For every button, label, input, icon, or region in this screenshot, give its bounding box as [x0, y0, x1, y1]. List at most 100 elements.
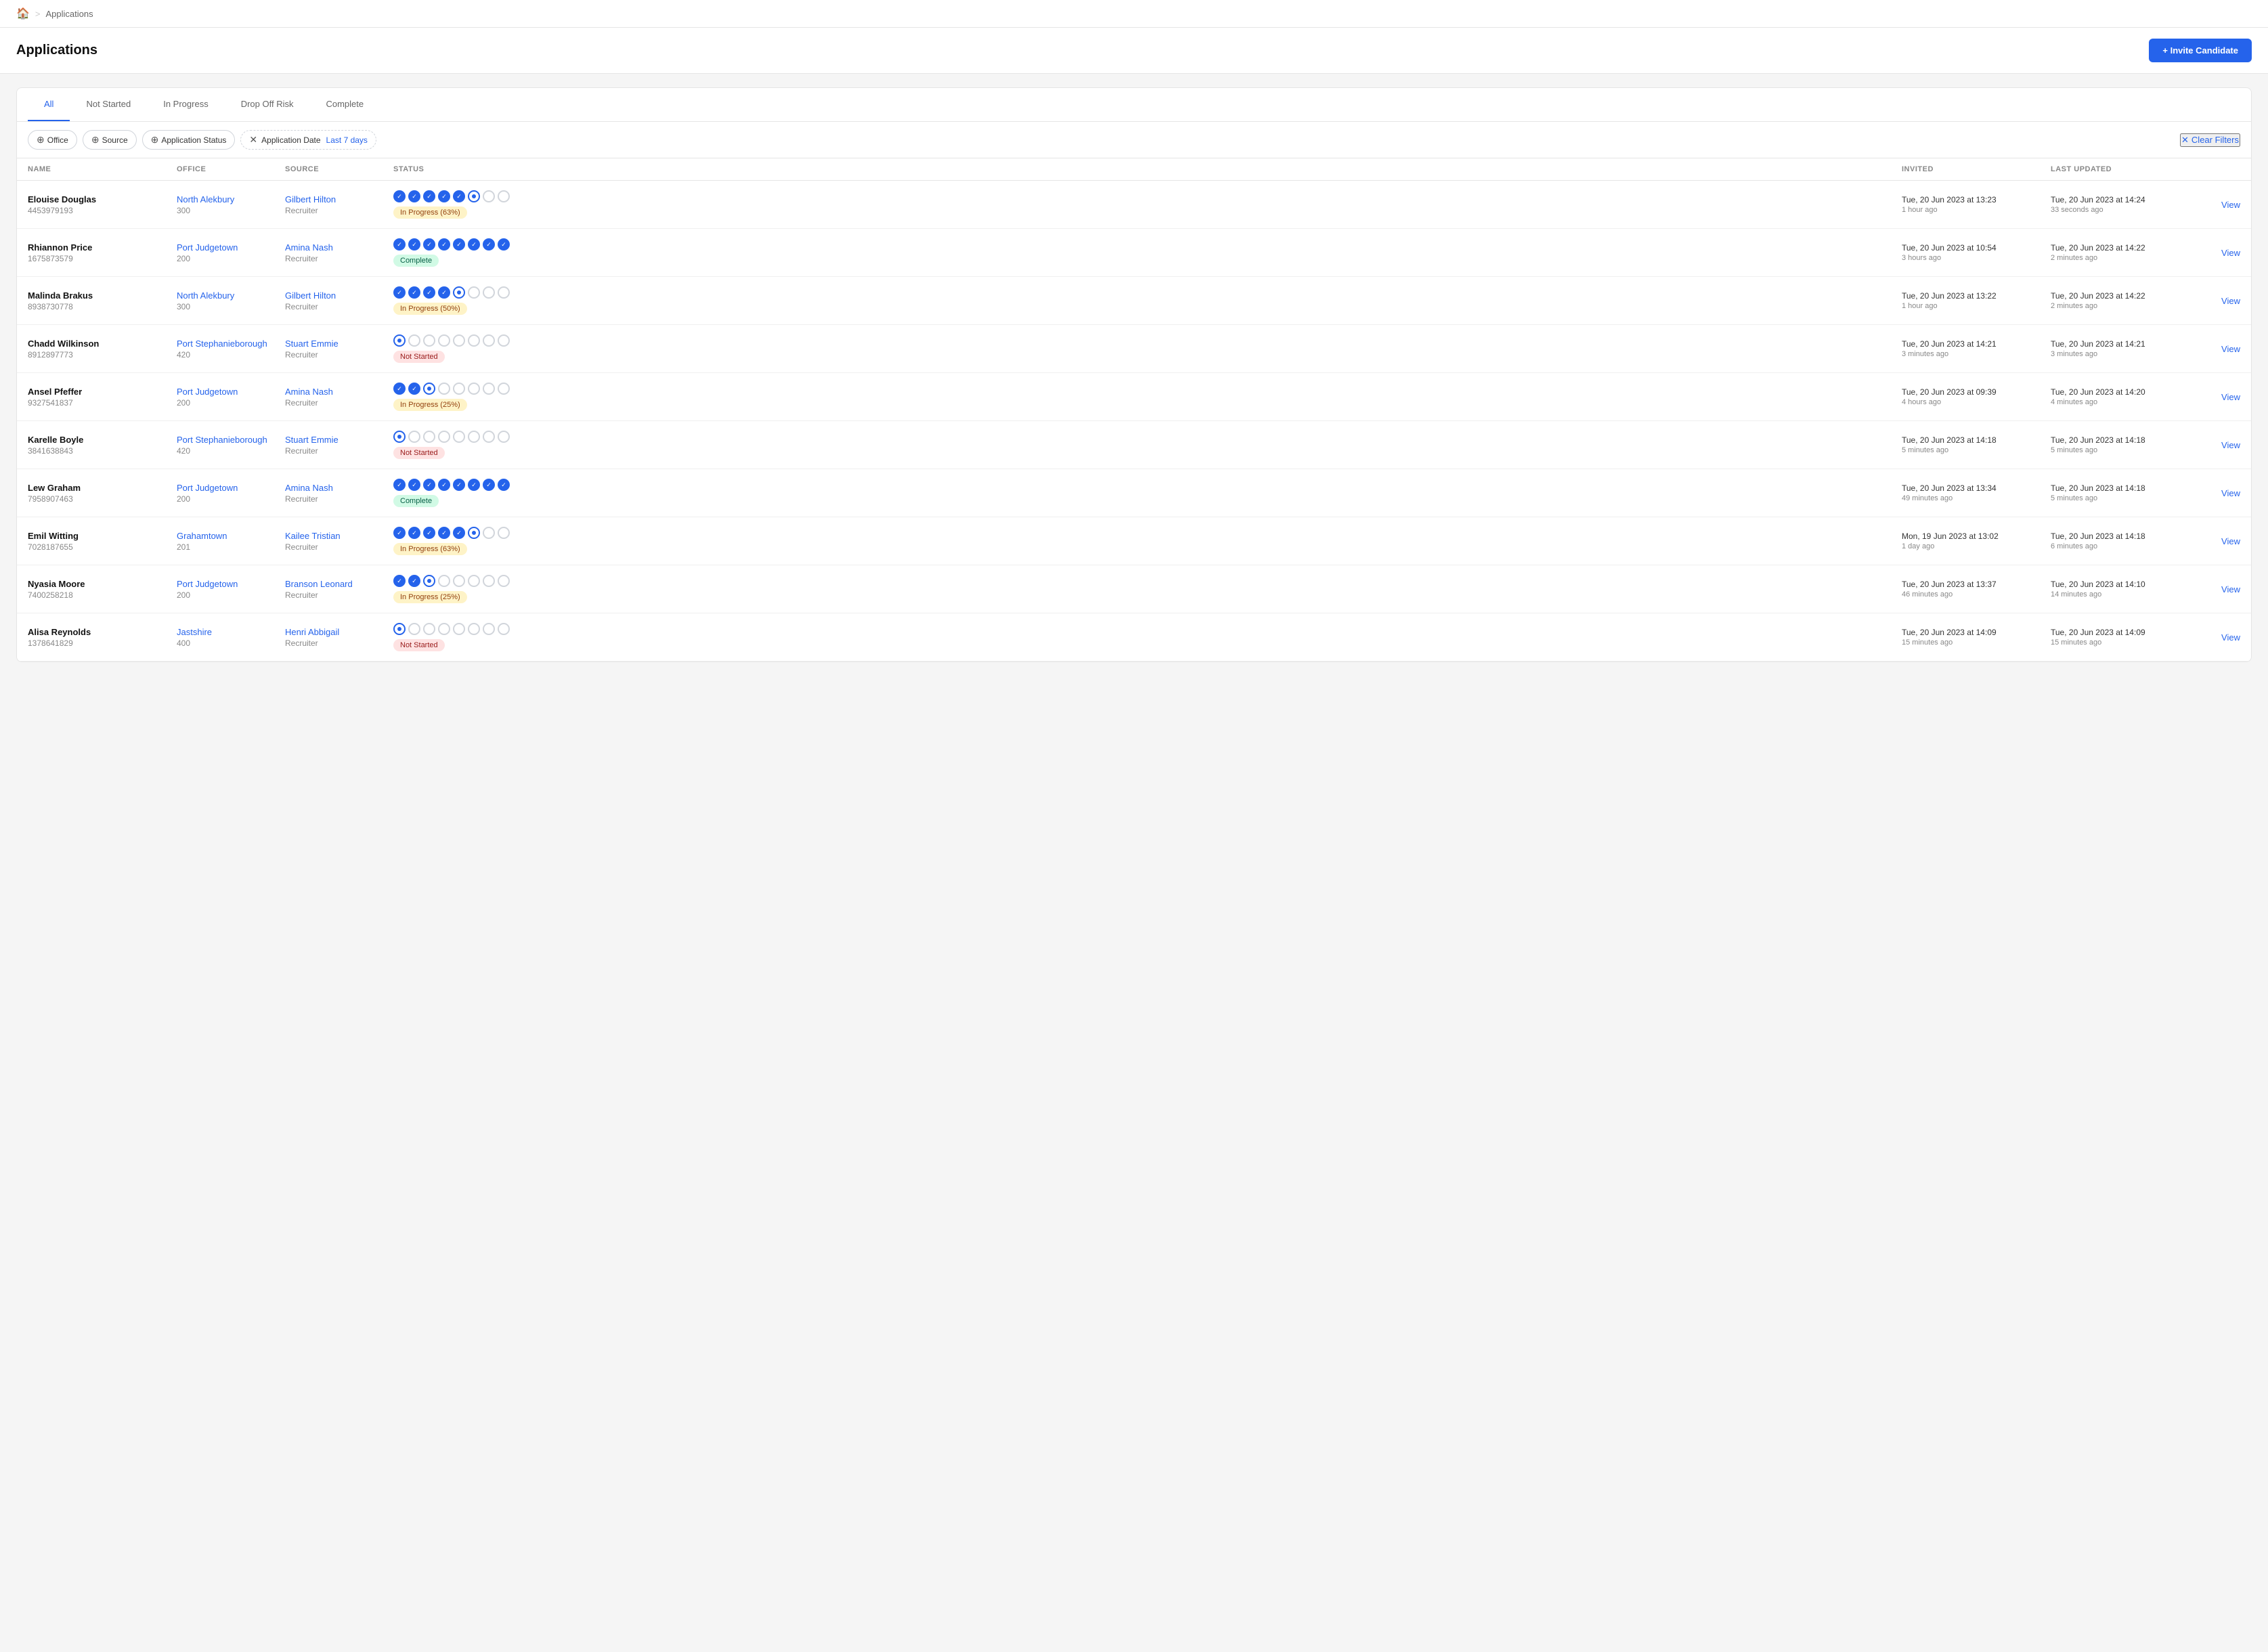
view-link[interactable]: View: [2200, 392, 2240, 402]
source-role: Recruiter: [285, 542, 393, 552]
source-role: Recruiter: [285, 350, 393, 360]
office-link[interactable]: Port Stephanieborough: [177, 339, 285, 349]
office-num: 400: [177, 638, 285, 648]
office-link[interactable]: Port Judgetown: [177, 483, 285, 493]
table-row: Alisa Reynolds 1378641829 Jastshire 400 …: [17, 613, 2251, 661]
view-link[interactable]: View: [2200, 488, 2240, 498]
status-badge: Complete: [393, 495, 439, 507]
updated-rel: 2 minutes ago: [2051, 302, 2200, 310]
status-circle: ✓: [408, 575, 420, 587]
cell-updated-4: Tue, 20 Jun 2023 at 14:20 4 minutes ago: [2051, 387, 2200, 406]
cell-updated-8: Tue, 20 Jun 2023 at 14:10 14 minutes ago: [2051, 580, 2200, 599]
status-circle: [438, 334, 450, 347]
view-link[interactable]: View: [2200, 200, 2240, 210]
source-link[interactable]: Gilbert Hilton: [285, 290, 393, 301]
source-filter-label: Source: [102, 135, 128, 145]
source-link[interactable]: Amina Nash: [285, 387, 393, 397]
office-link[interactable]: Grahamtown: [177, 531, 285, 541]
updated-date: Tue, 20 Jun 2023 at 14:09: [2051, 628, 2200, 637]
view-link[interactable]: View: [2200, 536, 2240, 546]
cell-invited-0: Tue, 20 Jun 2023 at 13:23 1 hour ago: [1902, 195, 2051, 214]
cell-name-7: Emil Witting 7028187655: [28, 531, 177, 552]
status-circle: [468, 383, 480, 395]
cell-office-2: North Alekbury 300: [177, 290, 285, 311]
source-link[interactable]: Stuart Emmie: [285, 339, 393, 349]
status-badge: In Progress (63%): [393, 206, 467, 219]
status-circle: ✓: [438, 190, 450, 202]
updated-rel: 5 minutes ago: [2051, 446, 2200, 454]
view-link[interactable]: View: [2200, 584, 2240, 594]
status-circle: ✓: [498, 238, 510, 251]
view-link[interactable]: View: [2200, 632, 2240, 643]
status-badge: In Progress (25%): [393, 591, 467, 603]
office-link[interactable]: North Alekbury: [177, 290, 285, 301]
cell-status-6: ✓✓✓✓✓✓✓✓Complete: [393, 479, 1902, 507]
office-filter[interactable]: ⊕ Office: [28, 130, 77, 150]
view-link[interactable]: View: [2200, 296, 2240, 306]
applicant-name: Alisa Reynolds: [28, 627, 177, 637]
clear-filters-button[interactable]: ✕ Clear Filters: [2180, 133, 2240, 147]
status-circle: [483, 286, 495, 299]
status-circle: [498, 623, 510, 635]
source-link[interactable]: Branson Leonard: [285, 579, 393, 589]
cell-status-3: Not Started: [393, 334, 1902, 363]
office-num: 420: [177, 446, 285, 456]
table-row: Elouise Douglas 4453979193 North Alekbur…: [17, 181, 2251, 229]
source-link[interactable]: Gilbert Hilton: [285, 194, 393, 204]
view-link[interactable]: View: [2200, 440, 2240, 450]
table-row: Ansel Pfeffer 9327541837 Port Judgetown …: [17, 373, 2251, 421]
updated-rel: 2 minutes ago: [2051, 254, 2200, 262]
office-link[interactable]: North Alekbury: [177, 194, 285, 204]
source-link[interactable]: Amina Nash: [285, 242, 393, 253]
view-link[interactable]: View: [2200, 344, 2240, 354]
invited-rel: 15 minutes ago: [1902, 638, 2051, 647]
cell-name-5: Karelle Boyle 3841638843: [28, 435, 177, 456]
applicant-phone: 7028187655: [28, 542, 177, 552]
home-icon[interactable]: 🏠: [16, 7, 30, 20]
source-link[interactable]: Henri Abbigail: [285, 627, 393, 637]
tab-in-progress[interactable]: In Progress: [147, 88, 224, 121]
status-circles: [393, 431, 510, 443]
table-row: Rhiannon Price 1675873579 Port Judgetown…: [17, 229, 2251, 277]
office-link[interactable]: Port Judgetown: [177, 579, 285, 589]
status-badge: Complete: [393, 255, 439, 267]
status-circle: [438, 575, 450, 587]
office-link[interactable]: Port Judgetown: [177, 387, 285, 397]
invite-candidate-button[interactable]: + Invite Candidate: [2149, 39, 2252, 62]
source-link[interactable]: Amina Nash: [285, 483, 393, 493]
status-circle: ✓: [453, 527, 465, 539]
updated-rel: 3 minutes ago: [2051, 350, 2200, 358]
invited-rel: 46 minutes ago: [1902, 590, 2051, 599]
source-role: Recruiter: [285, 206, 393, 215]
office-link[interactable]: Jastshire: [177, 627, 285, 637]
source-filter[interactable]: ⊕ Source: [83, 130, 137, 150]
applicant-phone: 8938730778: [28, 302, 177, 311]
invited-rel: 1 hour ago: [1902, 206, 2051, 214]
office-link[interactable]: Port Judgetown: [177, 242, 285, 253]
cell-source-2: Gilbert Hilton Recruiter: [285, 290, 393, 311]
status-circle: [453, 383, 465, 395]
tab-complete[interactable]: Complete: [309, 88, 380, 121]
updated-date: Tue, 20 Jun 2023 at 14:22: [2051, 291, 2200, 301]
app-date-filter[interactable]: ✕ Application Date Last 7 days: [240, 130, 376, 150]
status-circle: [498, 527, 510, 539]
tab-not-started[interactable]: Not Started: [70, 88, 147, 121]
tab-all[interactable]: All: [28, 88, 70, 121]
applicant-name: Elouise Douglas: [28, 194, 177, 204]
status-badge: Not Started: [393, 351, 445, 363]
office-num: 200: [177, 254, 285, 263]
status-circle: ✓: [468, 479, 480, 491]
date-value: Last 7 days: [326, 135, 368, 145]
app-status-filter[interactable]: ⊕ Application Status: [142, 130, 236, 150]
applicant-name: Chadd Wilkinson: [28, 339, 177, 349]
source-link[interactable]: Stuart Emmie: [285, 435, 393, 445]
view-link[interactable]: View: [2200, 248, 2240, 258]
source-link[interactable]: Kailee Tristian: [285, 531, 393, 541]
tab-drop-off-risk[interactable]: Drop Off Risk: [225, 88, 310, 121]
status-circle: [483, 623, 495, 635]
office-link[interactable]: Port Stephanieborough: [177, 435, 285, 445]
status-circle: [468, 286, 480, 299]
cell-name-3: Chadd Wilkinson 8912897773: [28, 339, 177, 360]
filters-bar: ⊕ Office ⊕ Source ⊕ Application Status ✕…: [17, 122, 2251, 158]
status-circle: ✓: [438, 286, 450, 299]
